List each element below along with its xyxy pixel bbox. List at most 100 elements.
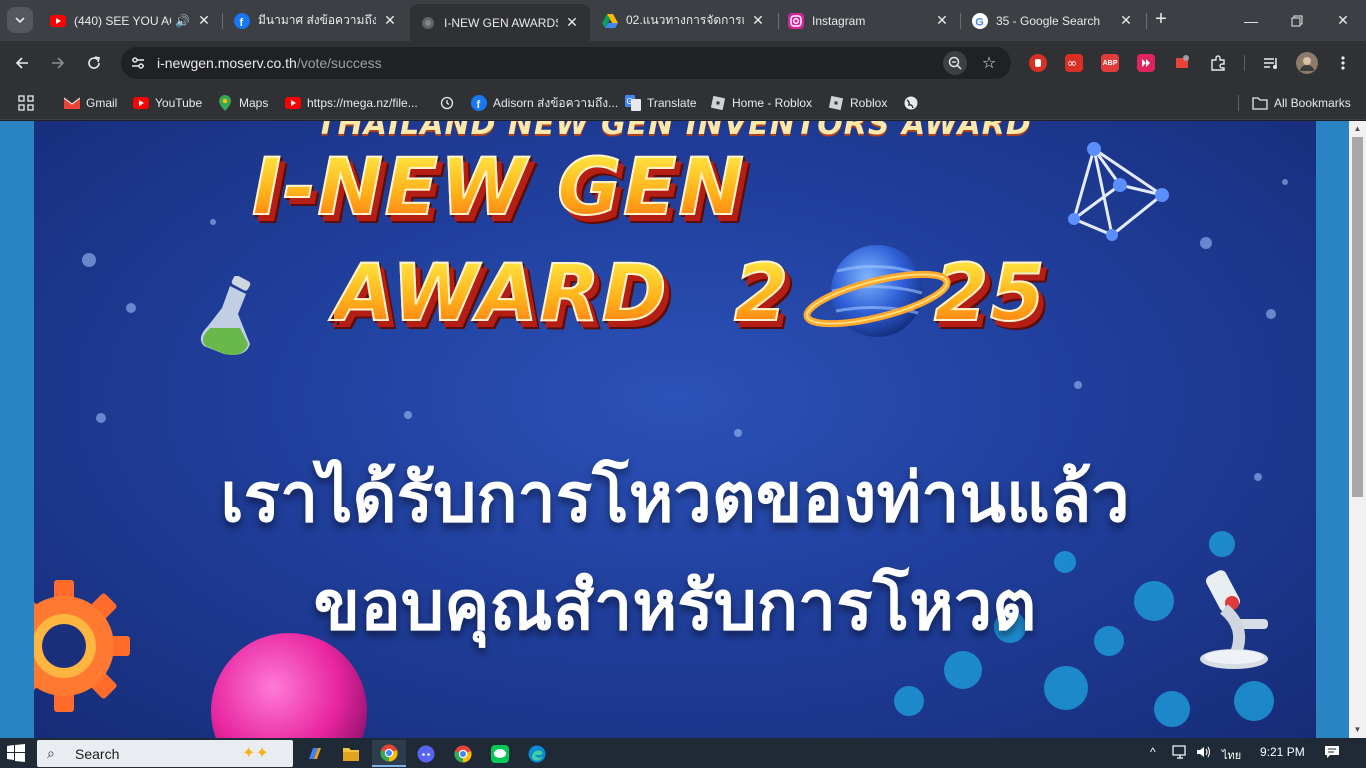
all-bookmarks-label: All Bookmarks — [1274, 96, 1351, 110]
bookmark-label: Maps — [239, 96, 269, 110]
bookmark-label: Translate — [647, 96, 697, 110]
svg-text:∞: ∞ — [1067, 56, 1077, 70]
tab-google-search[interactable]: G 35 - Google Search ✕ — [962, 6, 1144, 35]
tab-i-new-gen-active[interactable]: I-NEW GEN AWARDS ✕ — [410, 4, 590, 41]
maps-icon — [217, 95, 233, 111]
language-indicator[interactable]: ไทย — [1222, 746, 1241, 764]
scroll-up-icon[interactable]: ▲ — [1349, 121, 1366, 137]
google-drive-icon — [602, 13, 618, 29]
logo-year-start: 2 — [733, 248, 791, 340]
bookmark-label: https://mega.nz/file... — [307, 96, 418, 110]
bookmark-label: Gmail — [86, 96, 118, 110]
bookmark-mega[interactable]: https://mega.nz/file... — [285, 92, 418, 114]
star-dot — [1074, 381, 1082, 389]
tab-title: 02.แนวทางการจัดการเรียน — [626, 13, 744, 27]
browser-toolbar: i-newgen.moserv.co.th/vote/success ☆ ∞ A… — [0, 41, 1366, 85]
glow-bubble — [1154, 691, 1190, 727]
tab-search-button[interactable] — [7, 7, 33, 33]
bookmark-history[interactable] — [439, 92, 461, 114]
thank-you-message: ขอบคุณสำหรับการโหวต — [313, 567, 1037, 646]
close-tab-icon[interactable]: ✕ — [564, 14, 580, 31]
copilot-icon[interactable] — [298, 740, 332, 767]
vote-received-message: เราได้รับการโหวตของท่านแล้ว — [220, 459, 1130, 538]
new-tab-button[interactable]: + — [1150, 9, 1172, 31]
close-tab-icon[interactable]: ✕ — [750, 12, 766, 29]
puzzle-icon[interactable] — [1207, 52, 1229, 74]
scroll-down-icon[interactable]: ▼ — [1349, 722, 1366, 738]
volume-icon[interactable] — [1196, 745, 1212, 762]
molecule-illustration — [1068, 142, 1169, 241]
tab-instagram[interactable]: Instagram ✕ — [778, 6, 960, 35]
arrow-left-icon — [15, 57, 28, 69]
all-bookmarks-button[interactable]: All Bookmarks — [1252, 92, 1351, 114]
taskbar-search-box[interactable]: ⌕ Search ✦✦ — [37, 740, 293, 767]
discord-icon[interactable] — [409, 740, 443, 767]
star-dot — [1200, 237, 1212, 249]
star-dot — [404, 411, 412, 419]
roblox-icon — [828, 95, 844, 111]
apps-button[interactable] — [18, 92, 34, 114]
restore-icon — [1291, 15, 1303, 26]
clock[interactable]: 9:21 PM — [1260, 745, 1305, 759]
close-tab-icon[interactable]: ✕ — [382, 12, 398, 29]
tab-facebook[interactable]: f มีนามาศ ส่งข้อความถึง ทีม ✕ — [224, 6, 408, 35]
close-tab-icon[interactable]: ✕ — [1118, 12, 1134, 29]
planet-illustration — [803, 245, 951, 337]
zoom-icon[interactable] — [943, 51, 967, 75]
show-hidden-icons-chevron[interactable]: ^ — [1150, 745, 1156, 759]
playlist-icon[interactable] — [1260, 52, 1282, 74]
adblock-plus-icon[interactable]: ABP — [1099, 52, 1121, 74]
youtube-icon — [285, 95, 301, 111]
file-explorer-icon[interactable] — [334, 740, 368, 767]
tab-google-drive[interactable]: 02.แนวทางการจัดการเรียน ✕ — [592, 6, 776, 35]
reload-button[interactable] — [80, 49, 108, 77]
hand-icon[interactable] — [1027, 52, 1049, 74]
menu-icon[interactable] — [1332, 52, 1354, 74]
line-app-icon[interactable] — [483, 740, 517, 767]
page-scrollbar[interactable]: ▲ ▼ — [1349, 121, 1366, 738]
facebook-icon: f — [471, 95, 487, 111]
loading-globe-icon — [420, 15, 436, 31]
site-settings-icon[interactable] — [128, 53, 148, 73]
scrollbar-thumb[interactable] — [1352, 137, 1363, 497]
glow-bubble — [1234, 681, 1274, 721]
address-bar[interactable]: i-newgen.moserv.co.th/vote/success ☆ — [121, 47, 1011, 79]
instagram-icon — [788, 12, 804, 29]
url-text[interactable]: i-newgen.moserv.co.th/vote/success — [157, 55, 382, 71]
edge-icon[interactable] — [520, 740, 554, 767]
media-icon[interactable] — [1135, 52, 1157, 74]
infinity-icon[interactable]: ∞ — [1063, 52, 1085, 74]
bookmark-gmail[interactable]: Gmail — [64, 92, 117, 114]
music-icon[interactable] — [1171, 52, 1193, 74]
bookmark-home-roblox[interactable]: Home - Roblox — [710, 92, 812, 114]
minimize-button[interactable]: — — [1228, 0, 1274, 41]
bookmark-maps[interactable]: Maps — [217, 92, 268, 114]
bookmark-star-icon[interactable]: ☆ — [977, 51, 1001, 75]
star-dot — [210, 219, 216, 225]
tab-divider — [222, 13, 223, 29]
bookmark-adisorn[interactable]: f Adisorn ส่งข้อความถึง... — [471, 92, 618, 114]
close-tab-icon[interactable]: ✕ — [934, 12, 950, 29]
sparkle-icon: ✦✦ — [242, 745, 269, 762]
close-tab-icon[interactable]: ✕ — [196, 12, 212, 29]
tab-divider — [960, 13, 961, 29]
forward-button[interactable] — [44, 49, 72, 77]
bookmark-youtube[interactable]: YouTube — [133, 92, 202, 114]
notification-icon[interactable] — [1324, 745, 1340, 762]
tab-youtube[interactable]: (440) SEE YOU AGAIN 🔊 ✕ — [40, 6, 222, 35]
chrome-profile-icon[interactable] — [446, 740, 480, 767]
profile-avatar[interactable] — [1296, 52, 1318, 74]
toolbar-divider — [1244, 55, 1245, 71]
restore-button[interactable] — [1274, 0, 1320, 41]
network-icon[interactable] — [1172, 745, 1188, 762]
back-button[interactable] — [8, 49, 36, 77]
bookmark-roblox[interactable]: Roblox — [828, 92, 887, 114]
bookmark-globe[interactable] — [903, 92, 925, 114]
close-window-button[interactable]: ✕ — [1320, 0, 1366, 41]
bookmark-translate[interactable]: G Translate — [625, 92, 697, 114]
speaker-icon[interactable]: 🔊 — [175, 14, 190, 28]
search-icon: ⌕ — [47, 745, 55, 761]
windows-start-icon[interactable] — [6, 743, 28, 763]
logo-line-2: AWARD — [333, 248, 669, 340]
chrome-taskbar-icon[interactable] — [372, 740, 406, 767]
